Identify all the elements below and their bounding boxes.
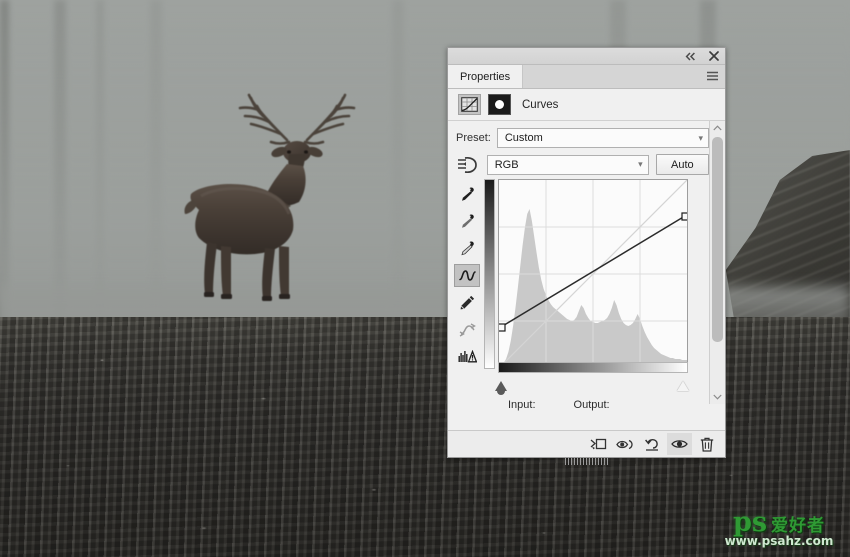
scrollbar-thumb[interactable] bbox=[712, 137, 723, 342]
input-gradient-bar bbox=[498, 362, 688, 373]
edit-points-curve-tool[interactable] bbox=[454, 264, 480, 287]
preset-label: Preset: bbox=[456, 132, 491, 144]
curves-grid-canvas[interactable] bbox=[498, 179, 688, 369]
curve-control-point-shadow bbox=[499, 323, 506, 332]
deer-stag bbox=[183, 92, 373, 304]
chevron-down-icon: ▾ bbox=[698, 132, 703, 143]
curves-grid-icon bbox=[461, 97, 478, 112]
white-point-slider[interactable] bbox=[677, 381, 689, 391]
output-gradient-bar bbox=[484, 179, 495, 369]
clip-to-layer-icon bbox=[590, 438, 607, 450]
trash-icon bbox=[700, 437, 713, 452]
view-previous-state-button[interactable] bbox=[613, 433, 638, 455]
curves-graph bbox=[484, 179, 702, 397]
channel-row: RGB ▾ Auto bbox=[448, 148, 725, 175]
curve-control-point-highlight bbox=[681, 212, 687, 221]
preset-row: Preset: Custom ▾ bbox=[448, 121, 725, 148]
input-output-row: Input: Output: bbox=[508, 399, 610, 411]
hamburger-menu-icon bbox=[707, 71, 718, 81]
draw-curve-pencil-tool[interactable] bbox=[454, 291, 480, 314]
curves-adjustment-icon[interactable] bbox=[458, 94, 481, 115]
on-image-adjustment-button[interactable] bbox=[456, 155, 480, 175]
panel-footer-toolbar bbox=[448, 430, 725, 465]
on-image-adjustment-icon bbox=[458, 156, 478, 173]
close-panel-button[interactable] bbox=[707, 50, 720, 63]
chevron-down-icon: ▾ bbox=[638, 159, 643, 169]
histogram-warning-icon bbox=[458, 350, 477, 363]
delete-adjustment-layer-button[interactable] bbox=[694, 433, 719, 455]
panel-tabstrip: Properties bbox=[448, 65, 725, 89]
mask-dot bbox=[495, 100, 504, 109]
smooth-curve-icon bbox=[459, 322, 476, 337]
adjustment-name: Curves bbox=[522, 98, 559, 111]
layer-mask-thumbnail[interactable] bbox=[488, 94, 511, 115]
curves-plot bbox=[499, 180, 687, 368]
reset-arrow-icon bbox=[645, 438, 658, 451]
reset-adjustment-button[interactable] bbox=[640, 433, 665, 455]
close-icon bbox=[708, 51, 719, 61]
chevron-down-icon bbox=[713, 394, 722, 400]
black-point-slider[interactable] bbox=[495, 381, 507, 395]
scroll-up-button[interactable] bbox=[710, 121, 725, 135]
collapse-panel-button[interactable] bbox=[684, 50, 697, 63]
adjustment-header: Curves bbox=[448, 89, 725, 121]
curves-display-options[interactable] bbox=[454, 345, 480, 368]
panel-menu-button[interactable] bbox=[706, 65, 719, 88]
sample-black-point-eyedropper[interactable] bbox=[454, 183, 480, 206]
eyedropper-icon bbox=[461, 187, 474, 201]
panel-resize-grip[interactable] bbox=[564, 458, 609, 465]
chevron-up-icon bbox=[713, 125, 722, 131]
channel-value: RGB bbox=[494, 158, 519, 171]
output-label: Output: bbox=[573, 399, 610, 411]
panel-scrollbar[interactable] bbox=[709, 121, 725, 404]
channel-select[interactable]: RGB ▾ bbox=[486, 154, 649, 175]
scroll-down-button[interactable] bbox=[710, 390, 725, 404]
eyedropper-icon bbox=[460, 241, 474, 256]
curve-icon bbox=[458, 270, 476, 281]
auto-button[interactable]: Auto bbox=[655, 154, 710, 175]
eyedropper-icon bbox=[461, 214, 474, 228]
double-chevron-left-icon bbox=[685, 51, 695, 61]
input-label: Input: bbox=[508, 399, 536, 411]
panel-body: Preset: Custom ▾ RGB ▾ Auto Input: Outpu… bbox=[448, 121, 725, 411]
curves-tool-rail bbox=[454, 183, 480, 368]
panel-titlebar bbox=[448, 48, 725, 65]
properties-panel: Properties Curves Preset: Custom ▾ RGB ▾… bbox=[447, 47, 726, 465]
clip-to-layer-button[interactable] bbox=[586, 433, 611, 455]
sample-white-point-eyedropper[interactable] bbox=[454, 237, 480, 260]
screenshot-root: Properties Curves Preset: Custom ▾ RGB ▾… bbox=[0, 0, 850, 557]
toggle-layer-visibility-button[interactable] bbox=[667, 433, 692, 455]
tab-properties[interactable]: Properties bbox=[448, 65, 524, 88]
sample-gray-point-eyedropper[interactable] bbox=[454, 210, 480, 233]
preset-value: Custom bbox=[504, 132, 543, 144]
eye-previous-state-icon bbox=[616, 439, 633, 449]
eye-icon bbox=[671, 440, 688, 448]
preset-select[interactable]: Custom ▾ bbox=[496, 128, 709, 148]
smooth-curve-tool[interactable] bbox=[454, 318, 480, 341]
pencil-icon bbox=[460, 295, 474, 310]
